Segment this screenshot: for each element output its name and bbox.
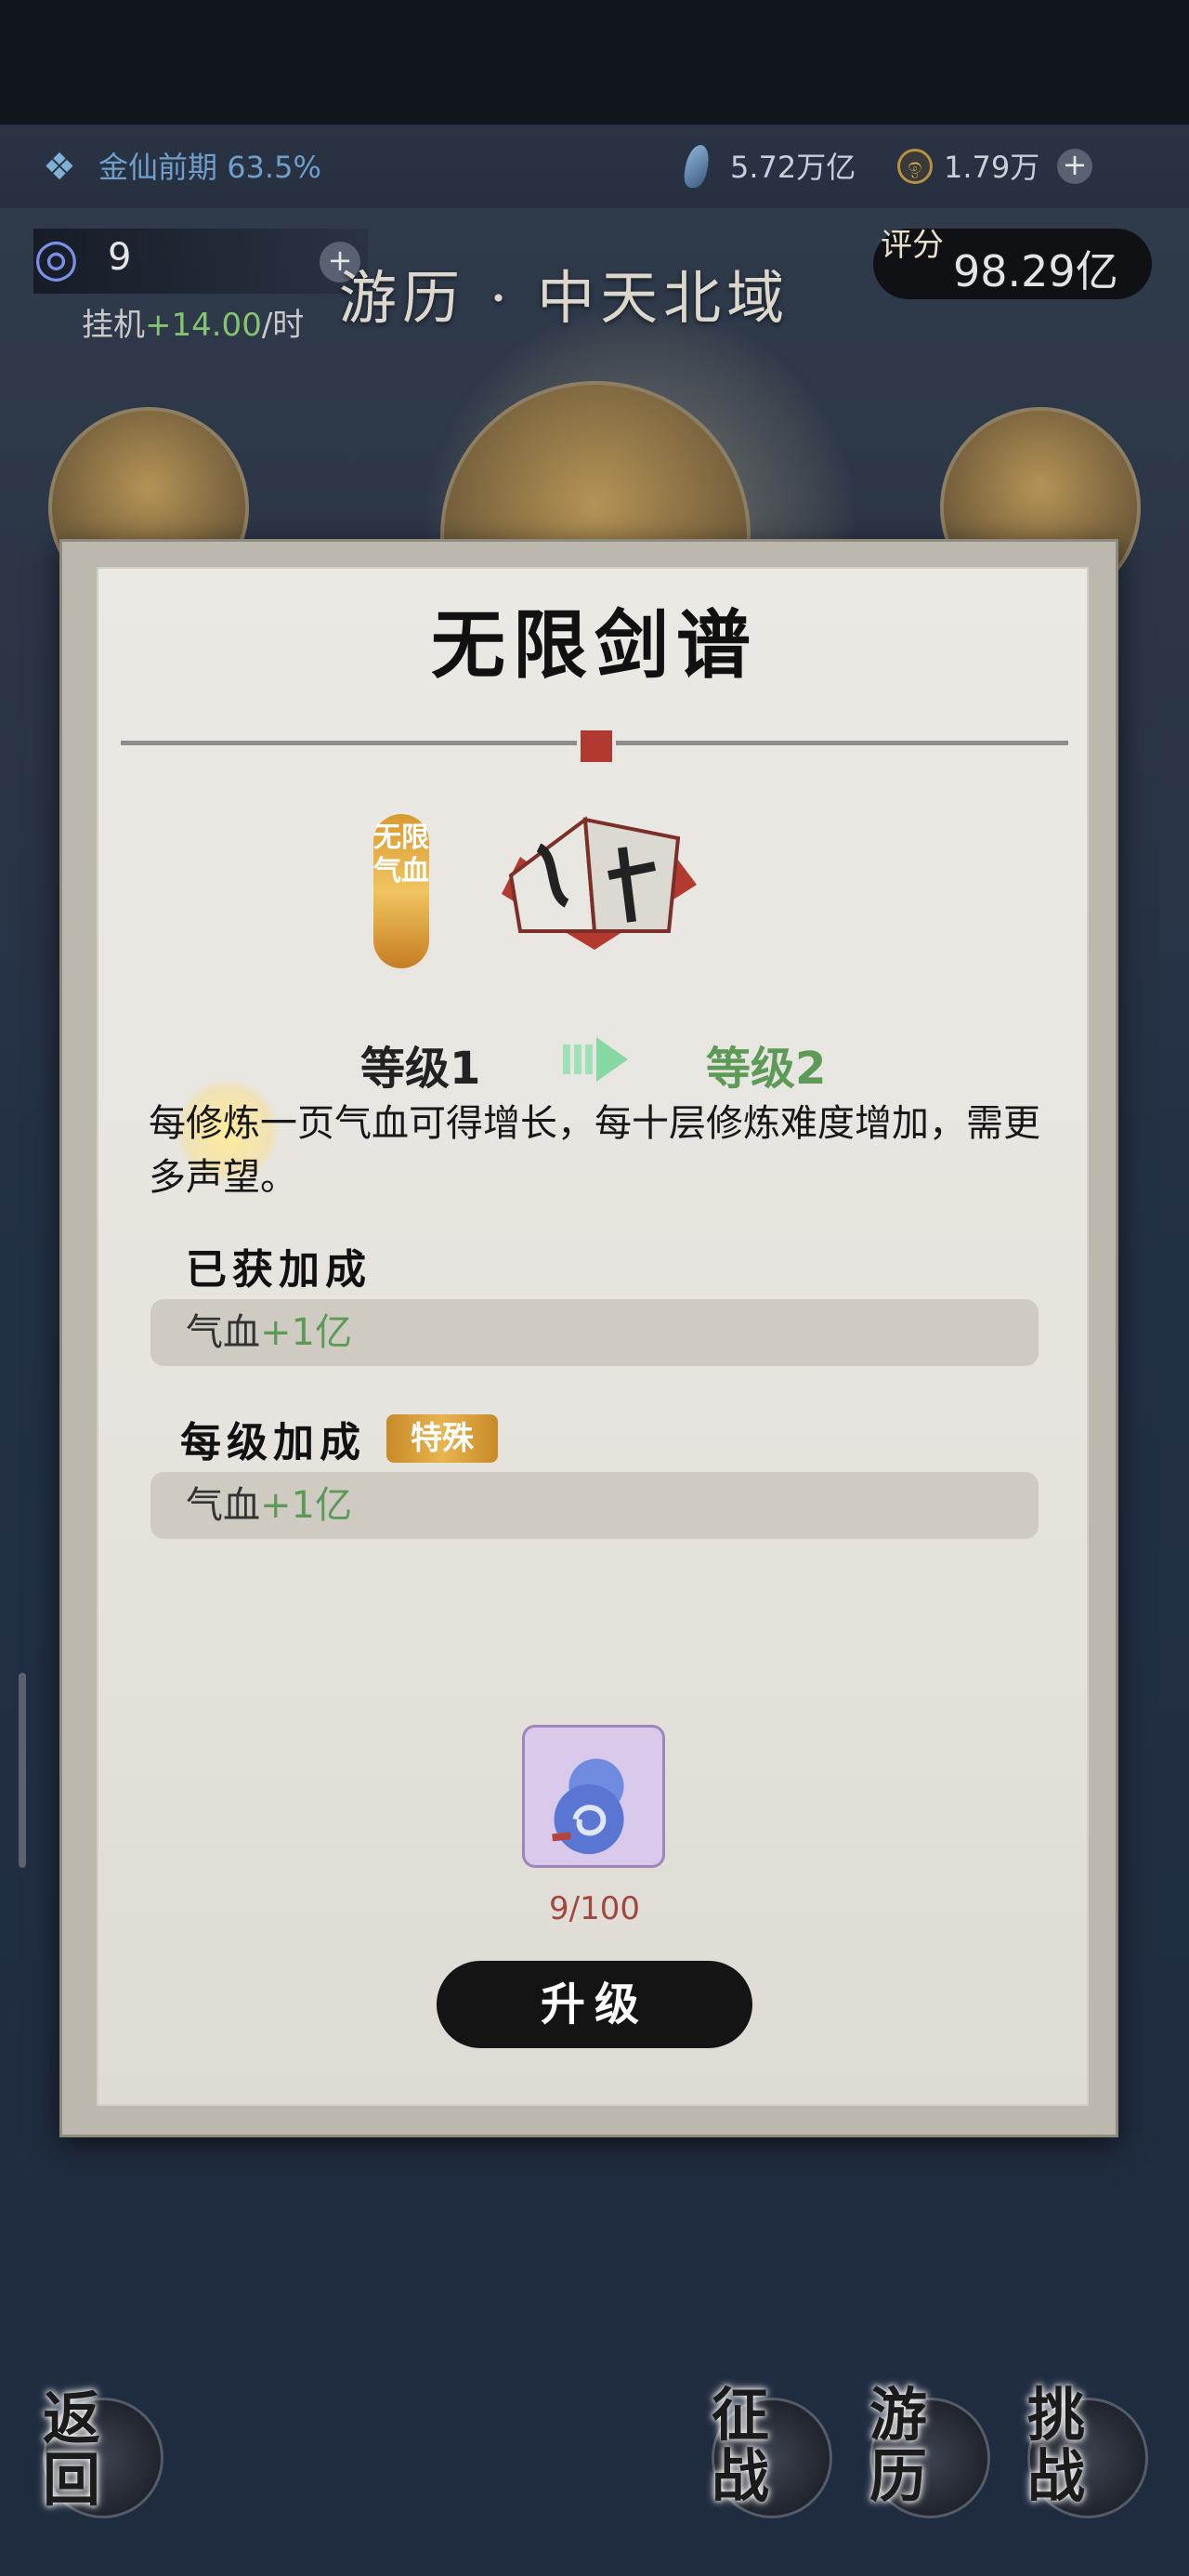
realm-progress: 63.5% — [227, 150, 321, 185]
realm-name: 金仙前期 — [98, 150, 218, 185]
cost-count: 9/100 — [549, 1890, 640, 1927]
map-title: 游历 · 中天北域 — [339, 264, 790, 332]
dialog-title: 无限剑谱 — [431, 601, 758, 689]
challenge-label: 挑战 — [1027, 2381, 1086, 2510]
idle-value: +14.00 — [145, 307, 262, 344]
obtained-stat: 气血 — [186, 1311, 260, 1354]
per-level-bonus-text: 气血+1亿 — [186, 1472, 352, 1539]
level-to: 等级2 — [706, 1043, 827, 1095]
seal-icon — [577, 727, 616, 766]
idle-rate: 挂机+14.00/时 — [82, 299, 304, 345]
obtained-bonus-title: 已获加成 — [186, 1246, 372, 1294]
obtained-bonus-text: 气血+1亿 — [186, 1299, 352, 1366]
gold-coin-icon: ඉ — [897, 149, 933, 184]
scrollbar[interactable] — [19, 1673, 26, 1868]
per-level-value: +1亿 — [260, 1484, 352, 1527]
manual-description: 每修炼一页气血可得增长，每十层修炼难度增加，需更多声望。 — [149, 1102, 1040, 1199]
per-level-stat: 气血 — [186, 1484, 260, 1527]
level-from: 等级1 — [360, 1043, 481, 1095]
spirit-stone-amount: 5.72万亿 — [730, 150, 856, 185]
gourd-swirl-icon: ◎ — [33, 228, 79, 288]
item-count: 9 — [108, 236, 132, 279]
idle-prefix: 挂机 — [82, 307, 145, 344]
obtained-value: +1亿 — [260, 1311, 352, 1354]
special-badge: 特殊 — [386, 1414, 498, 1463]
cost-item-slot[interactable] — [522, 1725, 665, 1868]
top-pattern-band — [0, 0, 1189, 125]
idle-suffix: /时 — [261, 307, 305, 344]
sword-manual-icon — [502, 816, 697, 950]
upgrade-button[interactable]: 升级 — [437, 1961, 752, 2048]
realm-label: 金仙前期 63.5% — [98, 149, 321, 186]
gold-amount: 1.79万 — [944, 150, 1040, 185]
travel-label: 游历 — [869, 2381, 928, 2510]
score-label: 评分 — [881, 227, 944, 264]
effect-tag: 无限气血 — [373, 814, 429, 968]
add-gold-button[interactable]: + — [1057, 149, 1092, 184]
gourd-swirl-icon — [552, 1758, 624, 1855]
back-label: 返回 — [43, 2385, 101, 2514]
conquest-label: 征战 — [712, 2381, 770, 2510]
per-level-bonus-title: 每级加成 — [180, 1419, 366, 1466]
score-value: 98.29亿 — [953, 246, 1118, 296]
level-arrow-icon — [563, 1037, 628, 1082]
realm-fan-icon: ❖ — [43, 146, 76, 189]
